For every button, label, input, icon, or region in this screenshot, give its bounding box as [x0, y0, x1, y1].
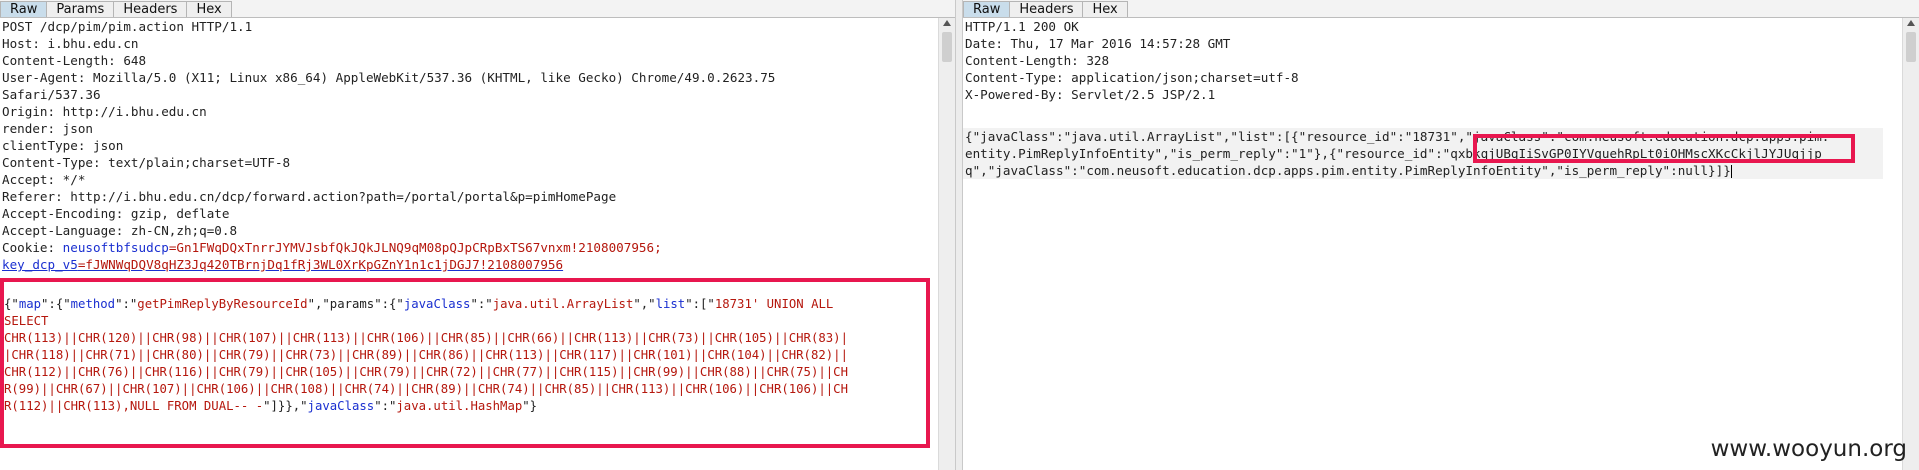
request-header-line: Accept-Language: zh-CN,zh;q=0.8 — [2, 223, 238, 238]
response-header-line: Content-Type: application/json;charset=u… — [965, 70, 1299, 85]
response-editor[interactable]: HTTP/1.1 200 OK Date: Thu, 17 Mar 2016 14… — [963, 18, 1902, 470]
request-tab-raw[interactable]: Raw — [0, 1, 48, 17]
request-tab-headers[interactable]: Headers — [113, 1, 188, 17]
response-tab-headers[interactable]: Headers — [1009, 1, 1084, 17]
response-tab-raw[interactable]: Raw — [963, 1, 1011, 17]
request-header-line: User-Agent: Mozilla/5.0 (X11; Linux x86_… — [2, 70, 776, 85]
request-header-line: Referer: http://i.bhu.edu.cn/dcp/forward… — [2, 189, 617, 204]
response-tab-hex[interactable]: Hex — [1082, 1, 1128, 17]
request-header-line: Content-Length: 648 — [2, 53, 147, 68]
request-header-line: Origin: http://i.bhu.edu.cn — [2, 104, 207, 119]
scroll-thumb[interactable] — [1906, 32, 1916, 62]
request-tab-hex[interactable]: Hex — [186, 1, 232, 17]
request-header-line: Accept-Encoding: gzip, deflate — [2, 206, 230, 221]
request-header-line: render: json — [2, 121, 93, 136]
response-header-line: X-Powered-By: Servlet/2.5 JSP/2.1 — [965, 87, 1216, 102]
scroll-up-arrow-icon[interactable] — [1907, 20, 1915, 26]
request-header-line: Safari/537.36 — [2, 87, 101, 102]
watermark: www.wooyun.org — [1710, 436, 1907, 462]
response-header-line: HTTP/1.1 200 OK — [965, 19, 1079, 34]
request-header-line: clientType: json — [2, 138, 124, 153]
response-scrollbar[interactable] — [1902, 18, 1919, 470]
request-header-line: POST /dcp/pim/pim.action HTTP/1.1 — [2, 19, 253, 34]
text-caret — [1730, 165, 1732, 178]
request-header-line: Accept: */* — [2, 172, 86, 187]
response-highlight — [1473, 134, 1855, 163]
scroll-up-arrow-icon[interactable] — [943, 20, 951, 26]
response-panel: Raw Headers Hex HTTP/1.1 200 OK Date: Thu… — [963, 0, 1919, 470]
request-headers: POST /dcp/pim/pim.action HTTP/1.1 Host: i… — [0, 18, 938, 239]
cookie-name-2: key_dcp_v5 — [2, 257, 78, 272]
cookie-line-2: key_dcp_v5=fJWNWqDQV8qHZ3Jq420TBrnjDq1fR… — [0, 256, 938, 273]
cookie-label: Cookie: — [2, 240, 63, 255]
response-tabs: Raw Headers Hex — [963, 0, 1919, 18]
request-header-line: Content-Type: text/plain;charset=UTF-8 — [2, 155, 291, 170]
request-panel: Raw Params Headers Hex POST /dcp/pim/pim… — [0, 0, 955, 470]
cookie-value-1: =Gn1FWqDQxTnrrJYMVJsbfQkJQkJLNQ9qM08pQJp… — [168, 240, 662, 255]
cookie-line: Cookie: neusoftbfsudcp=Gn1FWqDQxTnrrJYMV… — [0, 239, 938, 256]
request-tab-params[interactable]: Params — [46, 1, 115, 17]
response-headers: HTTP/1.1 200 OK Date: Thu, 17 Mar 2016 14… — [963, 18, 1902, 103]
request-header-line: Host: i.bhu.edu.cn — [2, 36, 139, 51]
response-header-line: Date: Thu, 17 Mar 2016 14:57:28 GMT — [965, 36, 1231, 51]
scroll-thumb[interactable] — [942, 32, 952, 62]
response-body-line: q","javaClass":"com.neusoft.education.dc… — [963, 162, 1883, 179]
request-scrollbar[interactable] — [938, 18, 955, 470]
split-divider[interactable] — [955, 0, 963, 470]
cookie-name-1: neusoftbfsudcp — [62, 240, 169, 255]
request-tabs: Raw Params Headers Hex — [0, 0, 955, 18]
request-body-highlight — [0, 278, 930, 448]
cookie-value-2: =fJWNWqDQV8qHZ3Jq420TBrnjDq1fRj3WL0XrKpG… — [77, 257, 564, 272]
response-header-line: Content-Length: 328 — [965, 53, 1110, 68]
response-body-text: q","javaClass":"com.neusoft.education.dc… — [965, 163, 1731, 178]
